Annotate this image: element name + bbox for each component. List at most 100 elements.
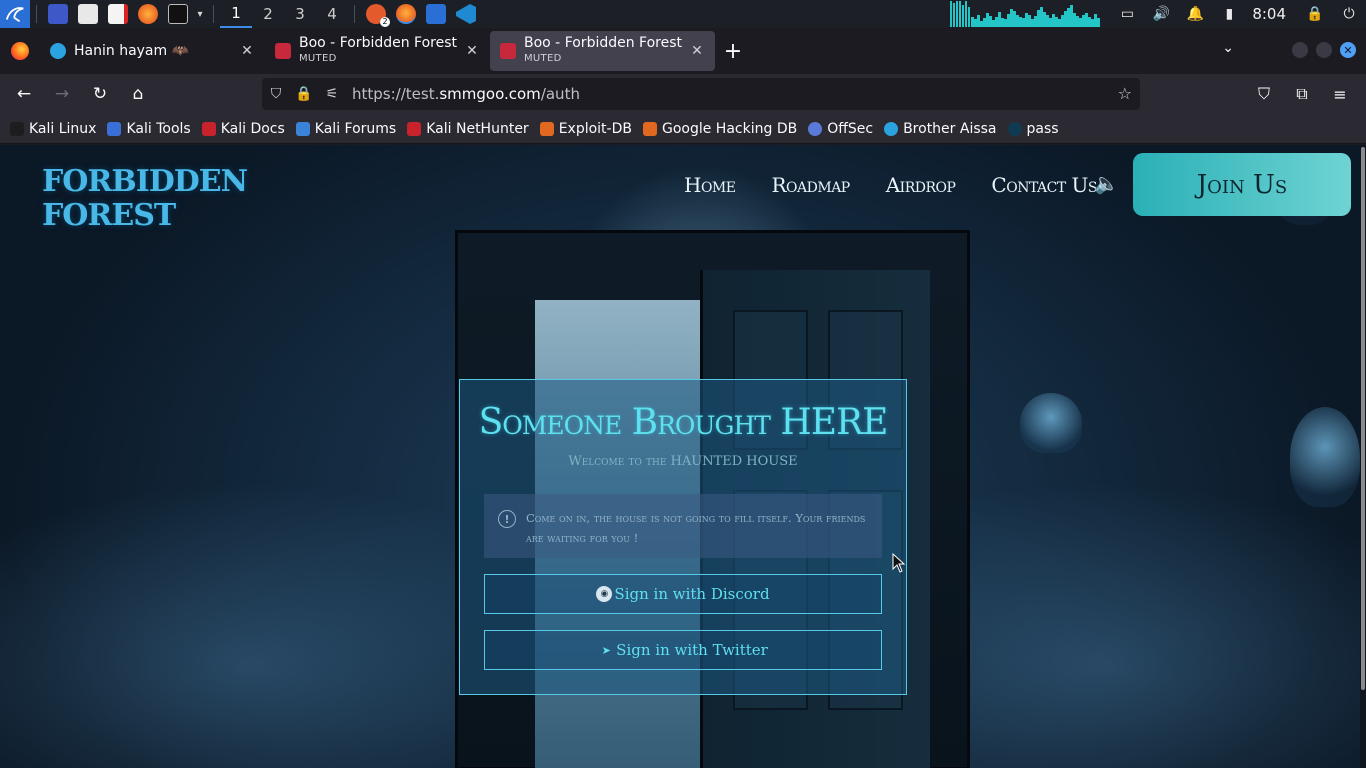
battery-icon[interactable]: ▮ — [1220, 5, 1238, 23]
close-tab-icon[interactable]: ✕ — [464, 43, 480, 59]
sign-in-twitter-button[interactable]: ➤ Sign in with Twitter — [484, 630, 882, 670]
extensions-icon[interactable]: ⧉ — [1284, 78, 1320, 110]
network-icon[interactable]: ▭ — [1118, 5, 1136, 23]
kali-tools-icon — [107, 121, 122, 136]
forward-arrow-icon[interactable]: → — [44, 78, 80, 110]
text-editor-icon[interactable] — [108, 4, 128, 24]
url-bar[interactable]: ⛉ 🔒 ⚟ https://test.smmgoo.com/auth ☆ — [262, 78, 1140, 110]
nav-airdrop[interactable]: Airdrop — [886, 173, 956, 197]
clock[interactable]: 8:04 — [1252, 5, 1286, 23]
bookmark-exploit-db[interactable]: Exploit-DB — [539, 121, 632, 137]
home-icon[interactable]: ⌂ — [120, 78, 156, 110]
desktop-taskbar: ▾ 1 2 3 4 2 ▭ 🔊 🔔 ▮ 8:04 🔒 ⏻ — [0, 0, 1366, 28]
forbidden-forest-logo[interactable]: FORBIDDEN FOREST — [42, 165, 248, 233]
close-tab-icon[interactable]: ✕ — [689, 43, 705, 59]
cpu-usage-graph — [950, 1, 1101, 27]
sign-in-discord-button[interactable]: ◉ Sign in with Discord — [484, 574, 882, 614]
firefox-launcher-icon[interactable] — [138, 4, 158, 24]
bookmark-brother-aissa[interactable]: Brother Aissa — [884, 121, 997, 137]
nav-contact-us[interactable]: Contact Us — [991, 173, 1097, 197]
nav-roadmap[interactable]: Roadmap — [771, 173, 850, 197]
show-desktop-icon[interactable] — [48, 4, 68, 24]
exploit-db-icon — [539, 121, 554, 136]
power-icon[interactable]: ⏻ — [1340, 5, 1358, 23]
speaker-icon[interactable]: 🔈 — [1094, 171, 1119, 195]
telegram-icon — [50, 43, 66, 59]
chevron-down-icon[interactable]: ▾ — [193, 0, 207, 28]
lock-icon[interactable]: 🔒 — [1306, 5, 1324, 23]
pass-icon — [1007, 121, 1022, 136]
ghost-illustration — [1020, 393, 1082, 453]
maximize-button[interactable] — [1316, 42, 1332, 58]
ghost-illustration — [1290, 407, 1360, 507]
permissions-icon[interactable]: ⚟ — [318, 86, 346, 102]
pocket-icon[interactable]: ⛉ — [1246, 78, 1282, 110]
volume-icon[interactable]: 🔊 — [1152, 5, 1170, 23]
bookmark-kali-docs[interactable]: Kali Docs — [201, 121, 285, 137]
bookmark-kali-nethunter[interactable]: Kali NetHunter — [407, 121, 529, 137]
list-all-tabs-icon[interactable]: ⌄ — [1222, 40, 1234, 56]
new-tab-button[interactable]: + — [715, 33, 751, 69]
notification-badge: 2 — [380, 17, 390, 27]
bookmark-star-icon[interactable]: ☆ — [1118, 84, 1132, 103]
workspace-3[interactable]: 3 — [284, 0, 316, 28]
offsec-icon — [808, 121, 823, 136]
kali-menu-icon[interactable] — [0, 0, 30, 28]
browser-tab-strip: Hanin hayam 🦇 ✕ Boo - Forbidden Forest MU… — [0, 28, 1366, 74]
tab-muted-label: MUTED — [524, 53, 562, 64]
tab-boo-forbidden-forest-2[interactable]: Boo - Forbidden Forest MUTED ✕ — [490, 31, 715, 71]
bookmark-kali-linux[interactable]: Kali Linux — [10, 121, 96, 137]
system-tray: ▭ 🔊 🔔 ▮ 8:04 🔒 ⏻ — [950, 0, 1366, 28]
screenshot-tool-icon[interactable] — [426, 4, 446, 24]
cpu-graph-bar — [1097, 18, 1101, 27]
cpu-graph-bar — [956, 1, 959, 27]
close-tab-icon[interactable]: ✕ — [239, 43, 255, 59]
minimize-button[interactable] — [1292, 42, 1308, 58]
kali-forums-icon — [295, 121, 310, 136]
bookmark-pass[interactable]: pass — [1007, 121, 1059, 137]
taskbar-separator — [36, 5, 37, 23]
burp-suite-icon[interactable]: 2 — [366, 4, 390, 27]
reload-icon[interactable]: ↻ — [82, 78, 118, 110]
cpu-graph-bar — [950, 1, 953, 27]
close-window-button[interactable]: ✕ — [1340, 42, 1356, 58]
scrollbar-thumb[interactable] — [1361, 147, 1365, 690]
telegram-icon — [884, 121, 899, 136]
tab-title: Boo - Forbidden Forest — [299, 36, 458, 51]
join-us-button[interactable]: Join Us — [1133, 153, 1351, 216]
workspace-4[interactable]: 4 — [316, 0, 348, 28]
page-scrollbar[interactable] — [1360, 145, 1366, 768]
browser-navigation-bar: ← → ↻ ⌂ ⛉ 🔒 ⚟ https://test.smmgoo.com/au… — [0, 74, 1366, 114]
tab-hanin-hayam[interactable]: Hanin hayam 🦇 ✕ — [40, 31, 265, 71]
firefox-view-icon[interactable] — [0, 28, 40, 74]
cpu-graph-bar — [953, 3, 956, 27]
back-arrow-icon[interactable]: ← — [6, 78, 42, 110]
lock-icon[interactable]: 🔒 — [290, 86, 318, 102]
site-favicon-icon — [275, 43, 291, 59]
file-manager-icon[interactable] — [78, 4, 98, 24]
toolbar-right: ⛉ ⧉ ≡ — [1244, 78, 1358, 110]
bookmark-offsec[interactable]: OffSec — [808, 121, 873, 137]
cpu-graph-bar — [968, 7, 971, 27]
vscode-icon[interactable] — [456, 4, 476, 24]
menu-icon[interactable]: ≡ — [1322, 78, 1358, 110]
bookmark-kali-forums[interactable]: Kali Forums — [295, 121, 396, 137]
kali-docs-icon — [201, 121, 216, 136]
firefox-window-icon[interactable] — [396, 4, 416, 24]
workspace-2[interactable]: 2 — [252, 0, 284, 28]
url-text[interactable]: https://test.smmgoo.com/auth — [352, 85, 580, 103]
alert-message: Come on in, the house is not going to fi… — [526, 511, 866, 545]
info-alert: ! Come on in, the house is not going to … — [484, 494, 882, 558]
bell-icon[interactable]: 🔔 — [1186, 5, 1204, 23]
bookmark-google-hacking-db[interactable]: Google Hacking DB — [642, 121, 797, 137]
ghdb-icon — [642, 121, 657, 136]
tab-muted-label: MUTED — [299, 53, 337, 64]
bookmark-kali-tools[interactable]: Kali Tools — [107, 121, 191, 137]
tracking-protection-shield-icon[interactable]: ⛉ — [262, 86, 290, 102]
nav-home[interactable]: Home — [684, 173, 736, 197]
tab-boo-forbidden-forest-1[interactable]: Boo - Forbidden Forest MUTED ✕ — [265, 31, 490, 71]
workspace-1[interactable]: 1 — [220, 0, 252, 28]
terminal-icon[interactable] — [168, 4, 188, 24]
site-navigation: Home Roadmap Airdrop Contact Us — [684, 173, 1097, 197]
auth-card: Someone Brought HERE Welcome to the HAUN… — [459, 379, 907, 695]
